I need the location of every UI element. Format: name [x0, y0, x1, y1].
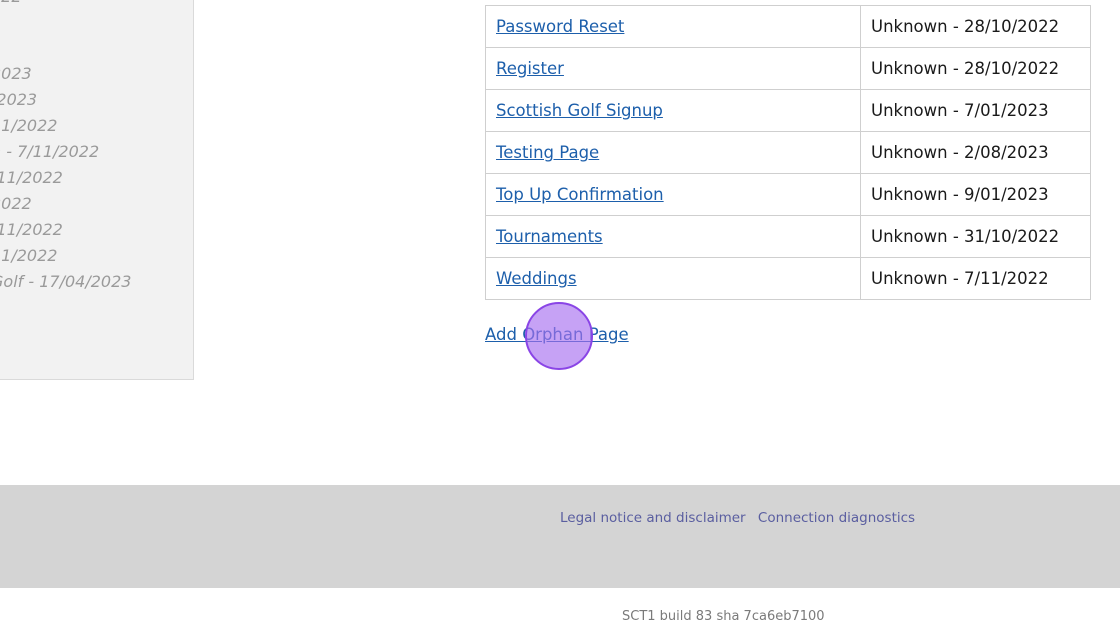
page-link-register[interactable]: Register [496, 59, 564, 78]
page-name-cell: Tournaments [485, 215, 861, 258]
page-link-scottish-golf-signup[interactable]: Scottish Golf Signup [496, 101, 663, 120]
page-name-cell: Top Up Confirmation [485, 173, 861, 216]
page-info-cell: Unknown - 7/01/2023 [860, 89, 1091, 132]
page-info-cell: Unknown - 9/01/2023 [860, 173, 1091, 216]
sidebar-item[interactable]: /11/2022 [0, 168, 63, 187]
page-name-cell: Register [485, 47, 861, 90]
page-link-testing-page[interactable]: Testing Page [496, 143, 599, 162]
sidebar-panel: 022 2023 /2023 11/2022 n - 7/11/2022 /11… [0, 0, 194, 380]
page-name-cell: Weddings [485, 257, 861, 300]
sidebar-item[interactable]: /11/2022 [0, 220, 63, 239]
table-row: Register Unknown - 28/10/2022 [485, 47, 1091, 90]
footer: Legal notice and disclaimer Connection d… [0, 485, 1120, 588]
page-name-cell: Testing Page [485, 131, 861, 174]
page-name-cell: Password Reset [485, 5, 861, 48]
orphan-pages-table: Password Reset Unknown - 28/10/2022 Regi… [485, 5, 1091, 300]
connection-diagnostics-link[interactable]: Connection diagnostics [758, 510, 915, 526]
sidebar-item[interactable]: 022 [0, 0, 22, 6]
table-row: Scottish Golf Signup Unknown - 7/01/2023 [485, 89, 1091, 132]
legal-notice-link[interactable]: Legal notice and disclaimer [560, 510, 746, 526]
table-row: Testing Page Unknown - 2/08/2023 [485, 131, 1091, 174]
page-info-cell: Unknown - 2/08/2023 [860, 131, 1091, 174]
sidebar-item[interactable]: 11/2022 [0, 116, 57, 135]
click-indicator [525, 302, 593, 370]
sidebar-item[interactable]: n - 7/11/2022 [0, 142, 99, 161]
page-info-cell: Unknown - 7/11/2022 [860, 257, 1091, 300]
sidebar-item[interactable]: /2023 [0, 90, 37, 109]
page-link-top-up-confirmation[interactable]: Top Up Confirmation [496, 185, 664, 204]
page-info-cell: Unknown - 31/10/2022 [860, 215, 1091, 258]
build-info: SCT1 build 83 sha 7ca6eb7100 [622, 609, 825, 624]
page-info-cell: Unknown - 28/10/2022 [860, 47, 1091, 90]
table-row: Top Up Confirmation Unknown - 9/01/2023 [485, 173, 1091, 216]
page-name-cell: Scottish Golf Signup [485, 89, 861, 132]
page-link-password-reset[interactable]: Password Reset [496, 17, 624, 36]
table-row: Password Reset Unknown - 28/10/2022 [485, 5, 1091, 48]
footer-links: Legal notice and disclaimer Connection d… [560, 510, 923, 526]
page-info-cell: Unknown - 28/10/2022 [860, 5, 1091, 48]
sidebar-item[interactable]: 11/2022 [0, 246, 57, 265]
sidebar-item[interactable]: Golf - 17/04/2023 [0, 272, 131, 291]
page-link-tournaments[interactable]: Tournaments [496, 227, 603, 246]
page-link-weddings[interactable]: Weddings [496, 269, 577, 288]
table-row: Weddings Unknown - 7/11/2022 [485, 257, 1091, 300]
sidebar-item[interactable]: 2023 [0, 64, 32, 83]
sidebar-item[interactable]: 2022 [0, 194, 32, 213]
table-row: Tournaments Unknown - 31/10/2022 [485, 215, 1091, 258]
